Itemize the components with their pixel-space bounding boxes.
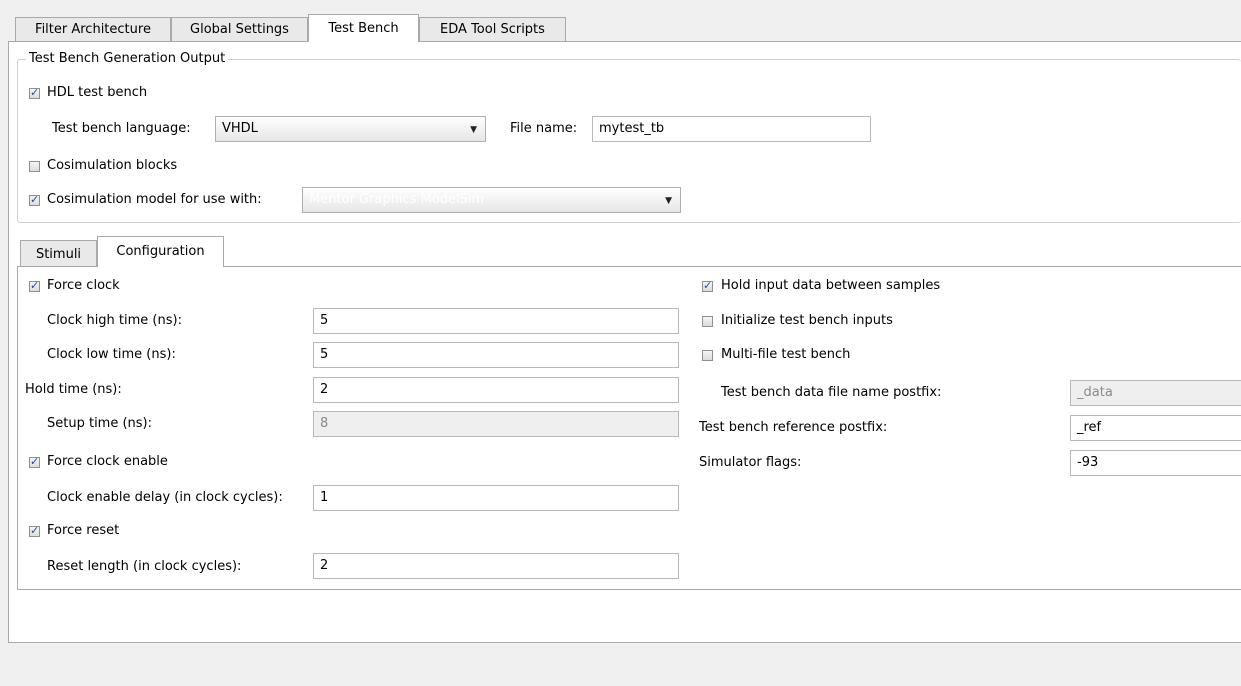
force-clock-checkbox[interactable] [29, 279, 40, 292]
tab-label: Test Bench [328, 21, 399, 36]
group-title: Test Bench Generation Output [26, 51, 229, 66]
force-clock-enable-checkbox[interactable] [29, 455, 40, 468]
reset-length-label: Reset length (in clock cycles): [47, 559, 242, 574]
hold-input-data-checkbox[interactable] [702, 279, 713, 292]
select-value: Mentor Graphics ModelSim [309, 192, 485, 207]
select-value: VHDL [222, 121, 258, 136]
file-name-label: File name: [510, 121, 578, 136]
force-clock-enable-label: Force clock enable [47, 454, 168, 469]
force-clock-label: Force clock [47, 278, 120, 293]
setup-time-label: Setup time (ns): [47, 416, 153, 431]
tab-label: Global Settings [190, 22, 289, 37]
test-bench-language-select[interactable]: VHDL ▼ [215, 116, 486, 142]
tab-eda-tool-scripts[interactable]: EDA Tool Scripts [419, 17, 566, 41]
initialize-inputs-checkbox[interactable] [702, 316, 713, 327]
data-file-postfix-label: Test bench data file name postfix: [721, 385, 942, 400]
tab-label: Stimuli [35, 247, 82, 262]
clock-enable-delay-label: Clock enable delay (in clock cycles): [47, 490, 283, 505]
tab-test-bench[interactable]: Test Bench [308, 14, 419, 42]
cosimulation-tool-select[interactable]: Mentor Graphics ModelSim ▼ [302, 187, 681, 213]
force-reset-checkbox[interactable] [29, 524, 40, 537]
tab-filter-architecture[interactable]: Filter Architecture [15, 17, 171, 41]
reset-length-input[interactable]: 2 [313, 553, 679, 579]
tab-global-settings[interactable]: Global Settings [171, 17, 308, 41]
tab-label: EDA Tool Scripts [440, 22, 545, 37]
cosimulation-model-label: Cosimulation model for use with: [47, 192, 262, 207]
clock-low-time-input[interactable]: 5 [313, 342, 679, 368]
simulator-flags-label: Simulator flags: [699, 455, 802, 470]
cosimulation-model-checkbox[interactable] [29, 193, 40, 206]
multi-file-checkbox[interactable] [702, 350, 713, 361]
tab-label: Configuration [116, 244, 205, 259]
cosimulation-blocks-checkbox[interactable] [29, 161, 40, 172]
initialize-inputs-label: Initialize test bench inputs [721, 313, 893, 328]
reference-postfix-input[interactable]: _ref [1070, 415, 1241, 441]
clock-high-time-input[interactable]: 5 [313, 308, 679, 334]
dropdown-arrow-icon: ▼ [470, 125, 477, 135]
test-bench-language-label: Test bench language: [52, 121, 191, 136]
hold-time-input[interactable]: 2 [313, 377, 679, 403]
hdl-test-bench-label: HDL test bench [47, 85, 148, 100]
force-reset-label: Force reset [47, 523, 120, 538]
dropdown-arrow-icon: ▼ [665, 196, 672, 206]
clock-enable-delay-input[interactable]: 1 [313, 485, 679, 511]
reference-postfix-label: Test bench reference postfix: [699, 420, 888, 435]
tab-label: Filter Architecture [35, 22, 151, 37]
hold-time-label: Hold time (ns): [25, 382, 122, 397]
clock-high-time-label: Clock high time (ns): [47, 313, 182, 328]
cosimulation-blocks-label: Cosimulation blocks [47, 158, 178, 173]
tab-configuration[interactable]: Configuration [97, 236, 224, 267]
hold-input-data-label: Hold input data between samples [721, 278, 941, 293]
file-name-input[interactable]: mytest_tb [592, 116, 871, 142]
hdl-test-bench-checkbox[interactable] [29, 86, 40, 99]
multi-file-label: Multi-file test bench [721, 347, 851, 362]
tab-stimuli[interactable]: Stimuli [20, 240, 97, 266]
clock-low-time-label: Clock low time (ns): [47, 347, 176, 362]
data-file-postfix-input[interactable]: _data [1070, 380, 1241, 406]
simulator-flags-input[interactable]: -93 [1070, 450, 1241, 476]
setup-time-input[interactable]: 8 [313, 411, 679, 437]
